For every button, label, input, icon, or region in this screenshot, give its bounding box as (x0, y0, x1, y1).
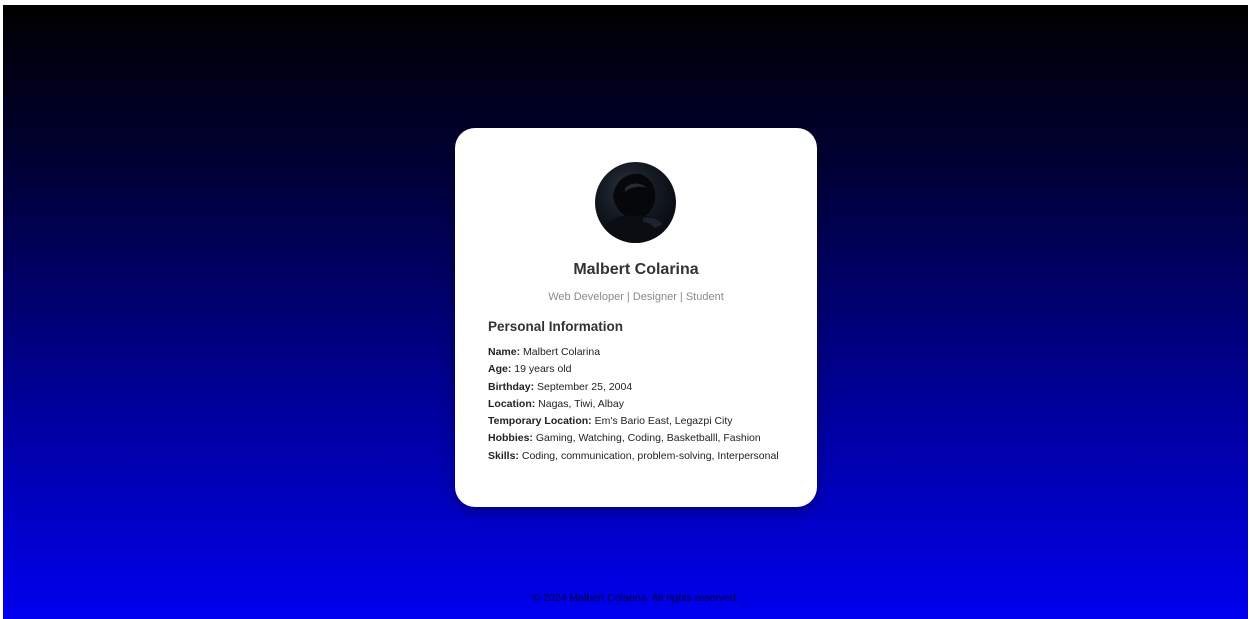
info-value: September 25, 2004 (537, 380, 633, 393)
info-value: Malbert Colarina (523, 346, 601, 358)
info-value: 19 years old (514, 363, 572, 376)
info-row-location: Location: Nagas, Tiwi, Albay (488, 396, 808, 413)
info-label: Skills: (488, 449, 519, 462)
info-value: Coding, communication, problem-solving, … (521, 449, 779, 462)
section-title: Personal Information (488, 319, 624, 334)
profile-subtitle: Web Developer | Designer | Student (548, 291, 724, 303)
page-background: Malbert Colarina Web Developer | Designe… (3, 5, 1248, 619)
profile-card: Malbert Colarina Web Developer | Designe… (455, 128, 817, 507)
info-row-name: Name: Malbert Colarina (488, 344, 808, 361)
info-value: Nagas, Tiwi, Albay (538, 397, 624, 410)
footer-copyright: © 2024 Malbert Colarina. All rights rese… (532, 592, 739, 604)
info-row-skills: Skills: Coding, communication, problem-s… (488, 448, 808, 465)
info-label: Location: (488, 397, 536, 410)
info-row-birthday: Birthday: September 25, 2004 (488, 379, 808, 396)
info-label: Temporary Location: (488, 415, 592, 428)
info-label: Name: (488, 346, 521, 358)
info-row-age: Age: 19 years old (488, 361, 808, 378)
info-value: Gaming, Watching, Coding, Basketballl, F… (535, 432, 761, 445)
info-value: Em's Bario East, Legazpi City (594, 415, 733, 428)
info-label: Birthday: (488, 380, 535, 393)
avatar-photo (595, 173, 671, 243)
personal-info-list: Name: Malbert Colarina Age: 19 years old… (488, 344, 808, 465)
info-row-temporary-location: Temporary Location: Em's Bario East, Leg… (488, 413, 808, 430)
info-label: Hobbies: (488, 432, 533, 445)
info-row-hobbies: Hobbies: Gaming, Watching, Coding, Baske… (488, 430, 808, 447)
info-label: Age: (488, 363, 512, 376)
profile-name: Malbert Colarina (573, 261, 699, 278)
profile-avatar (595, 162, 676, 243)
